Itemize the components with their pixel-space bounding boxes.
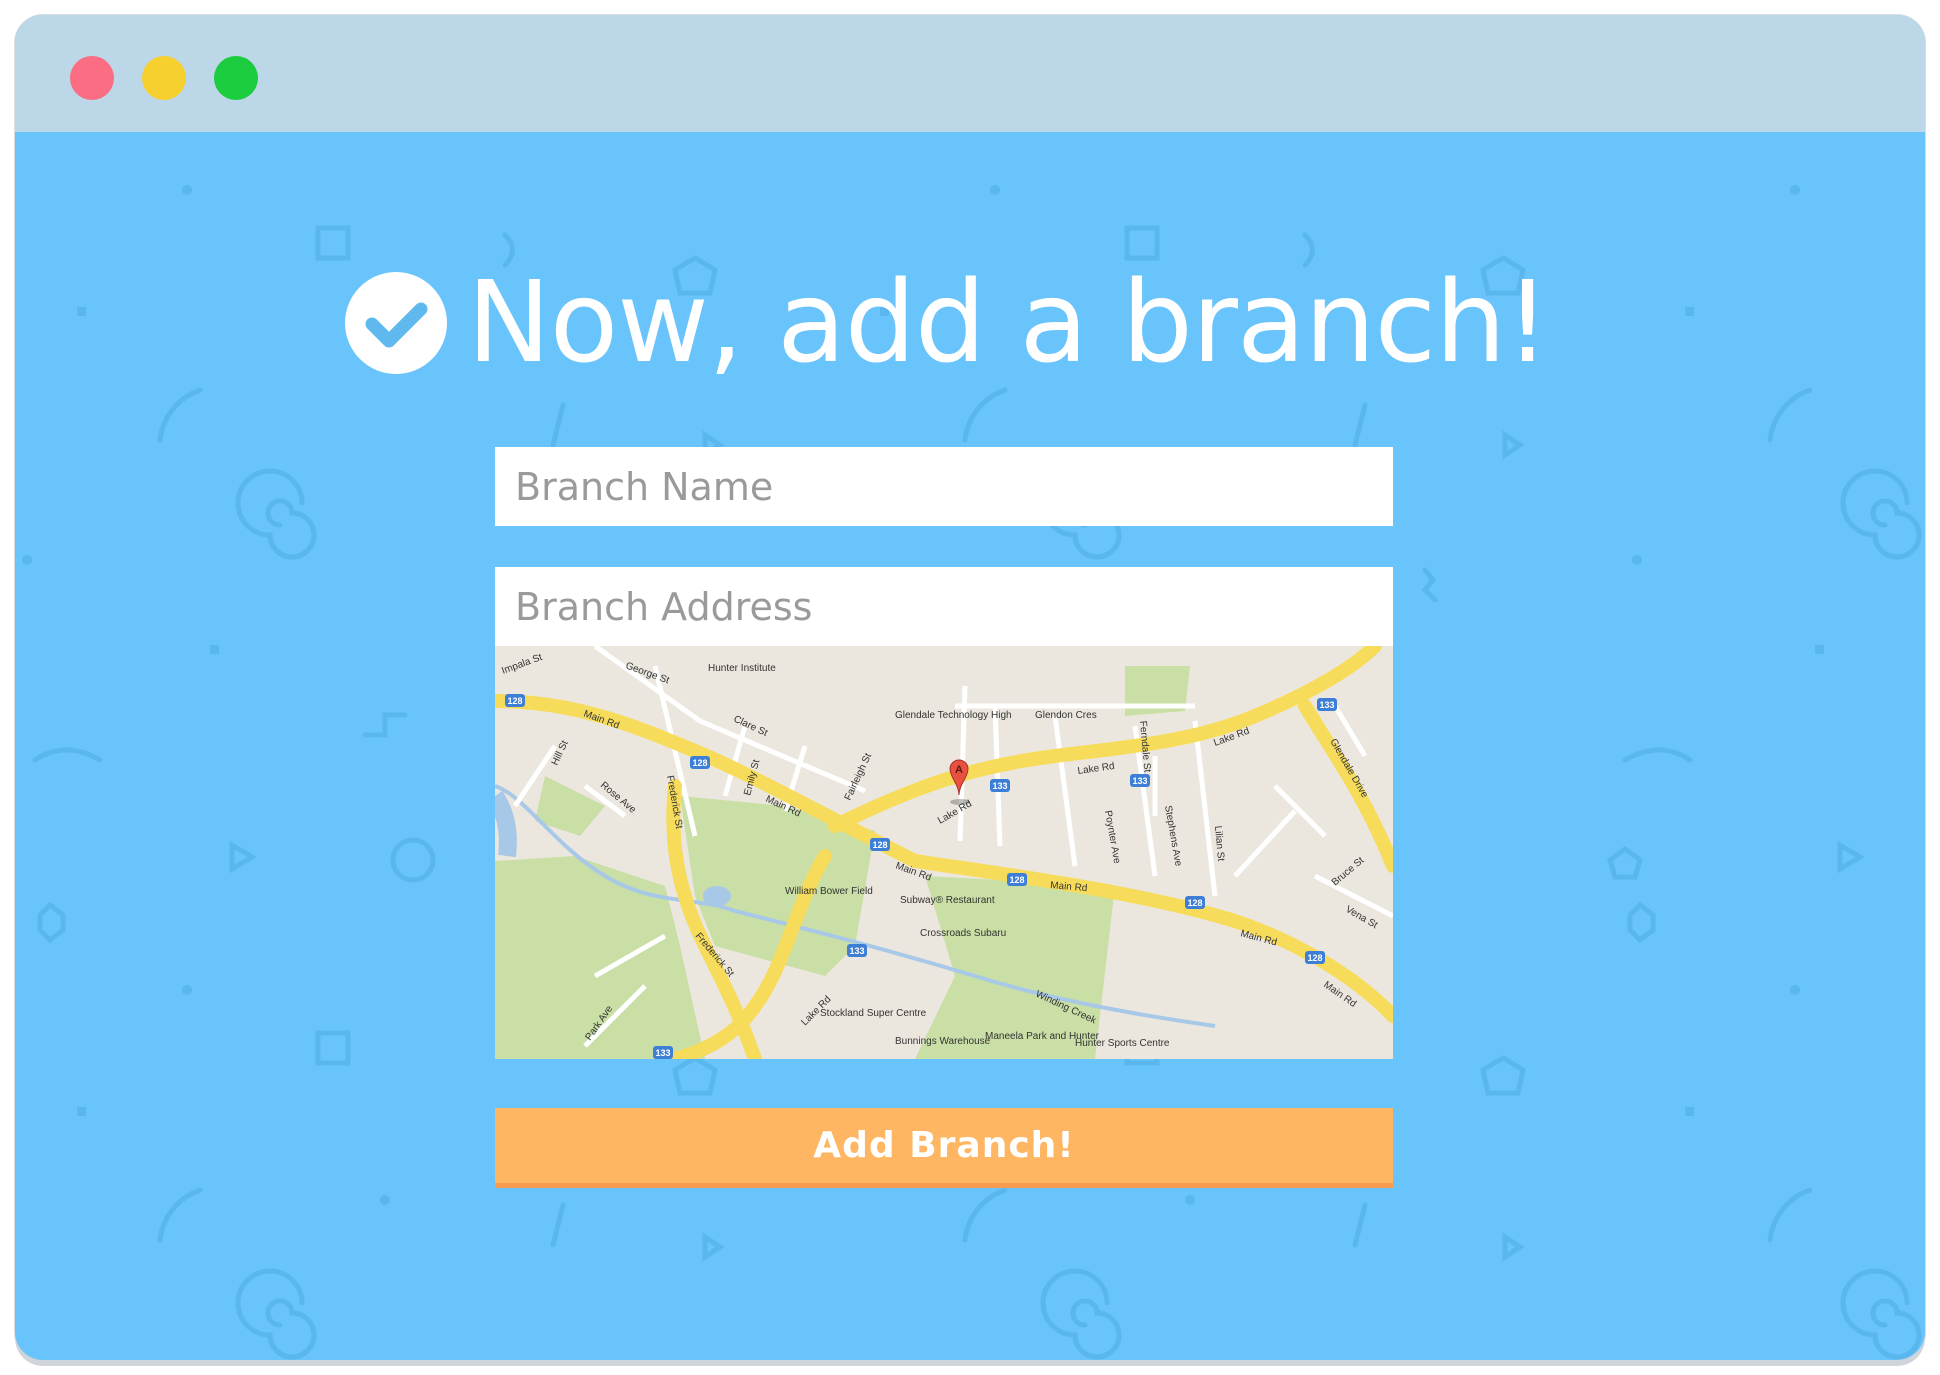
browser-window: Now, add a branch! Branch Name Branch Ad…: [15, 15, 1925, 1360]
map-label: Glendale Technology High: [895, 710, 1012, 721]
map-label: Hunter Institute: [708, 663, 776, 674]
map-label: Hunter Sports Centre: [1075, 1038, 1170, 1049]
svg-text:A: A: [955, 764, 963, 776]
svg-text:128: 128: [692, 758, 707, 768]
street: [1273, 784, 1327, 838]
map-label: Stockland Super Centre: [820, 1008, 927, 1019]
map-label: Poynter Ave: [1102, 810, 1122, 865]
map-label: Bruce St: [1330, 855, 1367, 888]
map-label: Lilian St: [1212, 825, 1226, 862]
map-label: Bunnings Warehouse: [895, 1036, 991, 1047]
check-circle-icon: [345, 272, 447, 374]
svg-text:128: 128: [872, 840, 887, 850]
map-label: William Bower Field: [785, 886, 873, 897]
svg-text:133: 133: [655, 1048, 670, 1058]
address-map[interactable]: 128 128 128 128 128 128 133 133 133 133 …: [495, 646, 1393, 1059]
branch-name-input[interactable]: [495, 447, 1393, 526]
street: [1052, 715, 1078, 867]
lake-rd: [828, 646, 1382, 833]
street: [992, 705, 1003, 847]
street: [699, 718, 866, 794]
svg-text:128: 128: [1009, 875, 1024, 885]
map-label: Fairleigh St: [843, 752, 874, 803]
svg-text:128: 128: [1187, 898, 1202, 908]
svg-text:133: 133: [849, 946, 864, 956]
svg-text:133: 133: [1319, 700, 1334, 710]
page-heading: Now, add a branch!: [345, 258, 1550, 388]
svg-text:133: 133: [1132, 776, 1147, 786]
river: [495, 791, 517, 858]
map-label: Crossroads Subaru: [920, 928, 1006, 939]
add-branch-button[interactable]: Add Branch!: [495, 1108, 1393, 1188]
map-label: Subway® Restaurant: [900, 895, 995, 906]
svg-text:133: 133: [992, 781, 1007, 791]
map-label: Glendon Cres: [1035, 710, 1097, 721]
pond: [703, 886, 731, 906]
branch-address-input[interactable]: [495, 567, 1393, 646]
street: [1233, 809, 1297, 878]
map-label: Lake Rd: [1077, 761, 1115, 777]
page-title: Now, add a branch!: [467, 258, 1550, 388]
svg-text:128: 128: [1307, 953, 1322, 963]
map-label: Stephens Ave: [1162, 805, 1184, 868]
page-content: Now, add a branch! Branch Name Branch Ad…: [15, 15, 1925, 1360]
street: [593, 646, 702, 724]
map-label: Impala St: [500, 652, 544, 677]
svg-text:128: 128: [507, 696, 522, 706]
street: [1192, 720, 1218, 897]
map-canvas[interactable]: 128 128 128 128 128 128 133 133 133 133 …: [495, 646, 1393, 1059]
